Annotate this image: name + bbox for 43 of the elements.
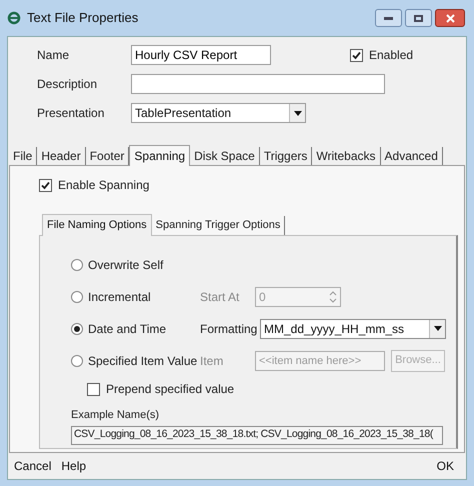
- caret-icon: [434, 326, 442, 331]
- checkbox-label: Prepend specified value: [106, 381, 234, 398]
- radio-label: Overwrite Self: [88, 256, 164, 274]
- minimize-button[interactable]: [375, 9, 402, 27]
- radio-button[interactable]: [71, 354, 83, 366]
- field-label: Name: [37, 47, 70, 64]
- field-label: Presentation: [37, 105, 106, 122]
- radio-button[interactable]: [71, 258, 83, 270]
- radio-button[interactable]: [71, 290, 83, 302]
- control-label: Start At: [200, 288, 240, 306]
- radio-label: Incremental: [88, 288, 152, 306]
- control-label: Formatting: [200, 320, 258, 338]
- radio-label: Specified Item Value: [88, 352, 198, 370]
- formatting-dropdown[interactable]: MM_dd_yyyy_HH_mm_ss: [260, 318, 446, 338]
- name-field[interactable]: Hourly CSV Report: [131, 45, 271, 65]
- ok-button[interactable]: OK: [436, 457, 454, 475]
- close-button[interactable]: [435, 9, 465, 27]
- checkbox[interactable]: [350, 48, 363, 62]
- tab[interactable]: Spanning: [129, 145, 190, 166]
- checkmark-icon: [352, 50, 361, 60]
- help-button[interactable]: Help: [61, 457, 86, 475]
- cancel-button[interactable]: Cancel: [14, 457, 52, 475]
- checkbox-label: Enable Spanning: [58, 177, 150, 194]
- maximize-button[interactable]: [405, 9, 432, 27]
- minimize-icon: [384, 16, 393, 20]
- description-field[interactable]: [131, 74, 385, 94]
- window-title: Text File Properties: [27, 9, 138, 28]
- checkmark-icon: [41, 180, 50, 190]
- tab[interactable]: File Naming Options: [42, 214, 152, 236]
- field-label: Description: [37, 76, 98, 93]
- app-logo-icon: [7, 11, 21, 25]
- close-icon: [446, 14, 454, 22]
- radio-label: Date and Time: [88, 320, 168, 338]
- control-label: Item: [200, 352, 224, 370]
- maximize-icon: [414, 14, 423, 22]
- presentation-dropdown[interactable]: TablePresentation: [131, 103, 306, 123]
- caret-icon: [294, 110, 302, 116]
- checkbox[interactable]: [87, 382, 100, 396]
- example-names-field: CSV_Logging_08_16_2023_15_38_18.txt; CSV_Logging_08_16_2023_15_38_18(: [71, 426, 443, 444]
- checkbox[interactable]: [39, 178, 52, 192]
- field-label: Example Name(s): [71, 408, 160, 423]
- checkbox-label: Enabled: [369, 47, 414, 64]
- radio-button[interactable]: [71, 322, 83, 334]
